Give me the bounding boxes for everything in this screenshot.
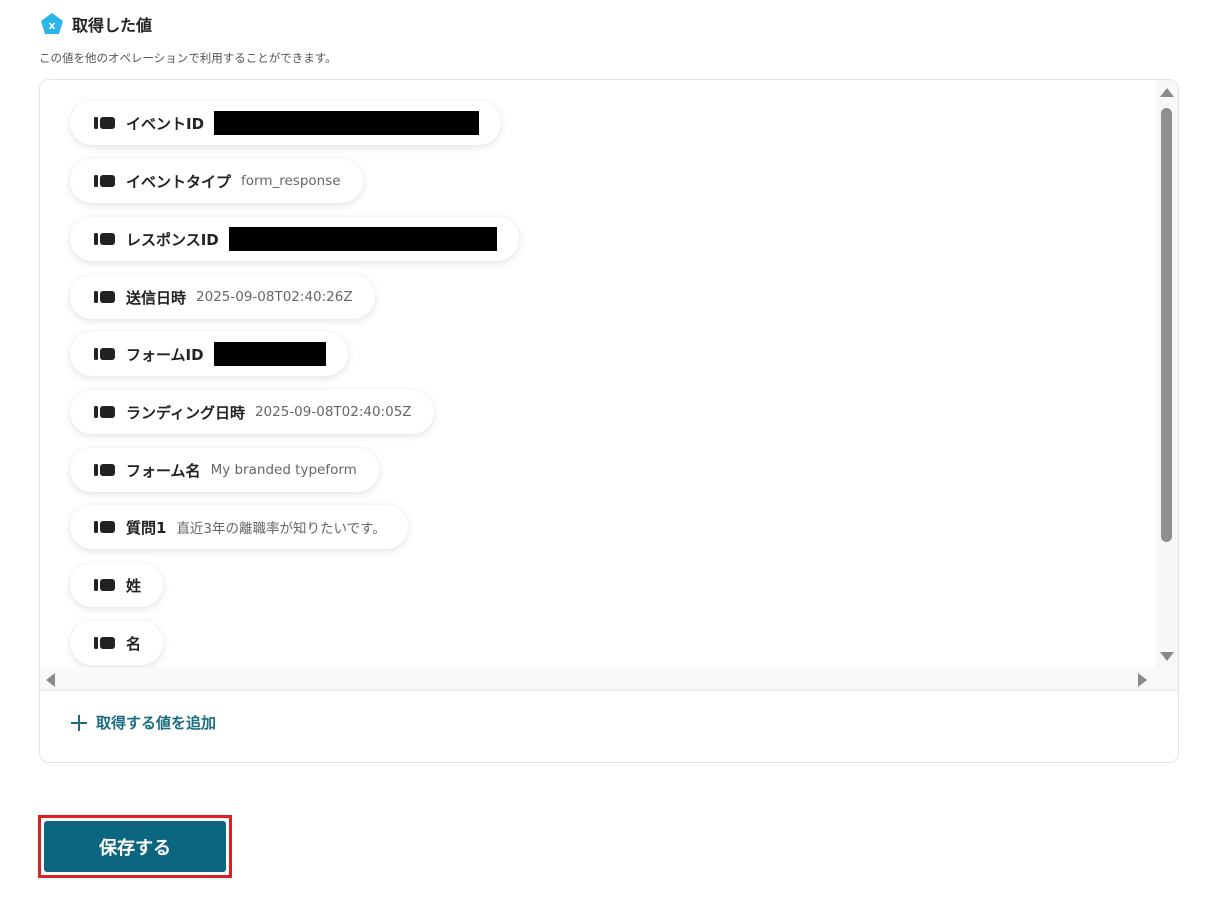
item-value: 2025-09-08T02:40:26Z: [196, 289, 353, 305]
value-item-event-id[interactable]: イベントID: [70, 101, 502, 145]
value-item-event-type[interactable]: イベントタイプ form_response: [70, 159, 363, 203]
save-button[interactable]: 保存する: [44, 821, 226, 872]
section-header: x 取得した値: [40, 12, 152, 36]
tag-icon: [94, 233, 115, 245]
redacted-value: [228, 227, 497, 251]
pentagon-x-icon: x: [41, 13, 63, 34]
redacted-value: [214, 111, 480, 135]
vertical-scrollbar[interactable]: [1156, 80, 1178, 668]
item-label: 質問1: [126, 518, 167, 537]
item-label: フォーム名: [126, 461, 201, 480]
value-item-response-id[interactable]: レスポンスID: [70, 217, 519, 261]
item-label: レスポンスID: [126, 230, 219, 249]
item-label: フォームID: [126, 345, 204, 364]
tag-icon: [94, 291, 115, 303]
section-title: 取得した値: [72, 16, 153, 35]
tag-icon: [94, 175, 115, 187]
item-value: 2025-09-08T02:40:05Z: [254, 404, 412, 420]
item-value: form_response: [241, 173, 341, 189]
values-panel: イベントID イベントタイプ form_response レスポンスID 送信日…: [39, 79, 1179, 763]
item-label: 名: [126, 634, 142, 653]
item-label: イベントタイプ: [126, 172, 232, 191]
tag-icon: [94, 637, 115, 649]
tag-icon: [94, 406, 115, 418]
tag-icon: [94, 117, 115, 129]
save-button-highlight: 保存する: [38, 815, 232, 878]
item-value: My branded typeform: [210, 462, 357, 478]
scroll-up-arrow-icon[interactable]: [1160, 88, 1174, 97]
value-item-question-1[interactable]: 質問1 直近3年の離職率が知りたいです。: [70, 505, 408, 549]
item-label: イベントID: [126, 114, 205, 133]
svg-text:x: x: [48, 19, 55, 32]
value-item-first-name[interactable]: 名: [70, 621, 164, 665]
value-item-form-name[interactable]: フォーム名 My branded typeform: [70, 448, 379, 492]
tag-icon: [94, 464, 115, 476]
item-label: ランディング日時: [126, 403, 245, 422]
section-description: この値を他のオペレーションで利用することができます。: [39, 51, 337, 65]
value-item-landed-at[interactable]: ランディング日時 2025-09-08T02:40:05Z: [70, 390, 434, 434]
scroll-left-arrow-icon[interactable]: [46, 673, 55, 687]
plus-icon: [70, 714, 88, 732]
item-value: 直近3年の離職率が知りたいです。: [176, 521, 386, 537]
tag-icon: [94, 521, 115, 533]
value-item-last-name[interactable]: 姓: [70, 563, 164, 607]
horizontal-scrollbar[interactable]: [40, 668, 1178, 691]
redacted-value: [213, 342, 326, 366]
value-item-form-id[interactable]: フォームID: [70, 332, 348, 376]
scroll-right-arrow-icon[interactable]: [1138, 673, 1147, 687]
tag-icon: [94, 579, 115, 591]
scrollbar-thumb[interactable]: [1161, 108, 1172, 542]
item-label: 送信日時: [126, 288, 187, 307]
scroll-down-arrow-icon[interactable]: [1160, 652, 1174, 661]
add-value-button[interactable]: 取得する値を追加: [70, 712, 216, 733]
tag-icon: [94, 348, 115, 360]
values-list[interactable]: イベントID イベントタイプ form_response レスポンスID 送信日…: [40, 80, 1156, 668]
value-item-submitted-at[interactable]: 送信日時 2025-09-08T02:40:26Z: [70, 275, 375, 319]
add-value-label: 取得する値を追加: [96, 714, 217, 732]
item-label: 姓: [126, 576, 142, 595]
